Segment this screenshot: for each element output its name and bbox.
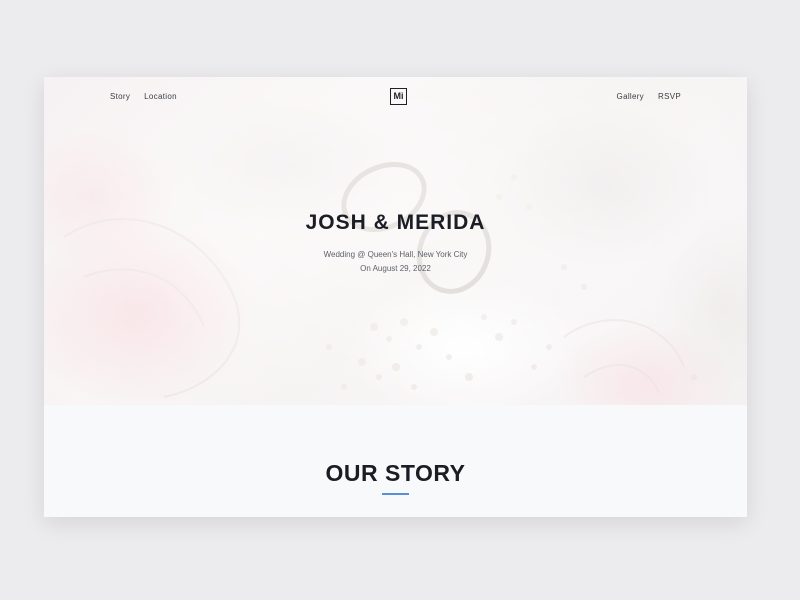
nav-link-rsvp[interactable]: RSVP [658, 91, 681, 103]
hero-overlay [44, 77, 747, 405]
wedding-venue-text: Wedding @ Queen's Hall, New York City [323, 250, 468, 259]
hero-section: Story Location Mi Gallery RSVP JOSH & ME… [44, 77, 747, 405]
our-story-heading: OUR STORY [325, 460, 466, 486]
nav-right: Gallery RSVP [617, 91, 681, 103]
nav-link-story[interactable]: Story [110, 91, 130, 103]
nav-link-gallery[interactable]: Gallery [617, 91, 644, 103]
nav-left: Story Location [110, 91, 177, 103]
heading-underline [382, 493, 409, 495]
website-page: Story Location Mi Gallery RSVP JOSH & ME… [44, 77, 747, 517]
nav-link-location[interactable]: Location [144, 91, 177, 103]
wedding-date-text: On August 29, 2022 [360, 264, 431, 273]
couple-names-title: JOSH & MERIDA [305, 211, 486, 234]
site-logo[interactable]: Mi [390, 88, 407, 105]
